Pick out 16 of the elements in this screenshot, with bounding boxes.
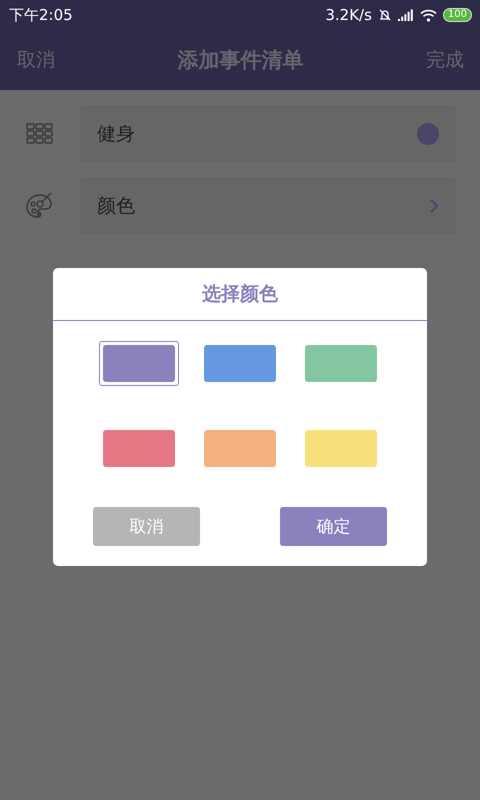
color-row[interactable]: 颜色: [80, 178, 456, 234]
chevron-right-icon: [429, 198, 439, 214]
wifi-icon: [420, 8, 437, 22]
battery-level: 100: [442, 8, 472, 22]
color-swatch[interactable]: [99, 341, 180, 386]
dialog-title: 选择颜色: [53, 268, 427, 321]
network-speed: 3.2K/s: [325, 6, 372, 24]
name-field[interactable]: 健身: [80, 106, 456, 162]
dialog-cancel-button[interactable]: 取消: [93, 507, 200, 546]
cancel-button[interactable]: 取消: [17, 47, 55, 73]
bell-muted-icon: [378, 8, 392, 22]
signal-icon: [398, 9, 414, 21]
confirm-button[interactable]: 确定: [280, 507, 387, 546]
status-time: 下午2:05: [9, 6, 73, 24]
done-button[interactable]: 完成: [426, 47, 464, 73]
page-title: 添加事件清单: [178, 47, 304, 74]
